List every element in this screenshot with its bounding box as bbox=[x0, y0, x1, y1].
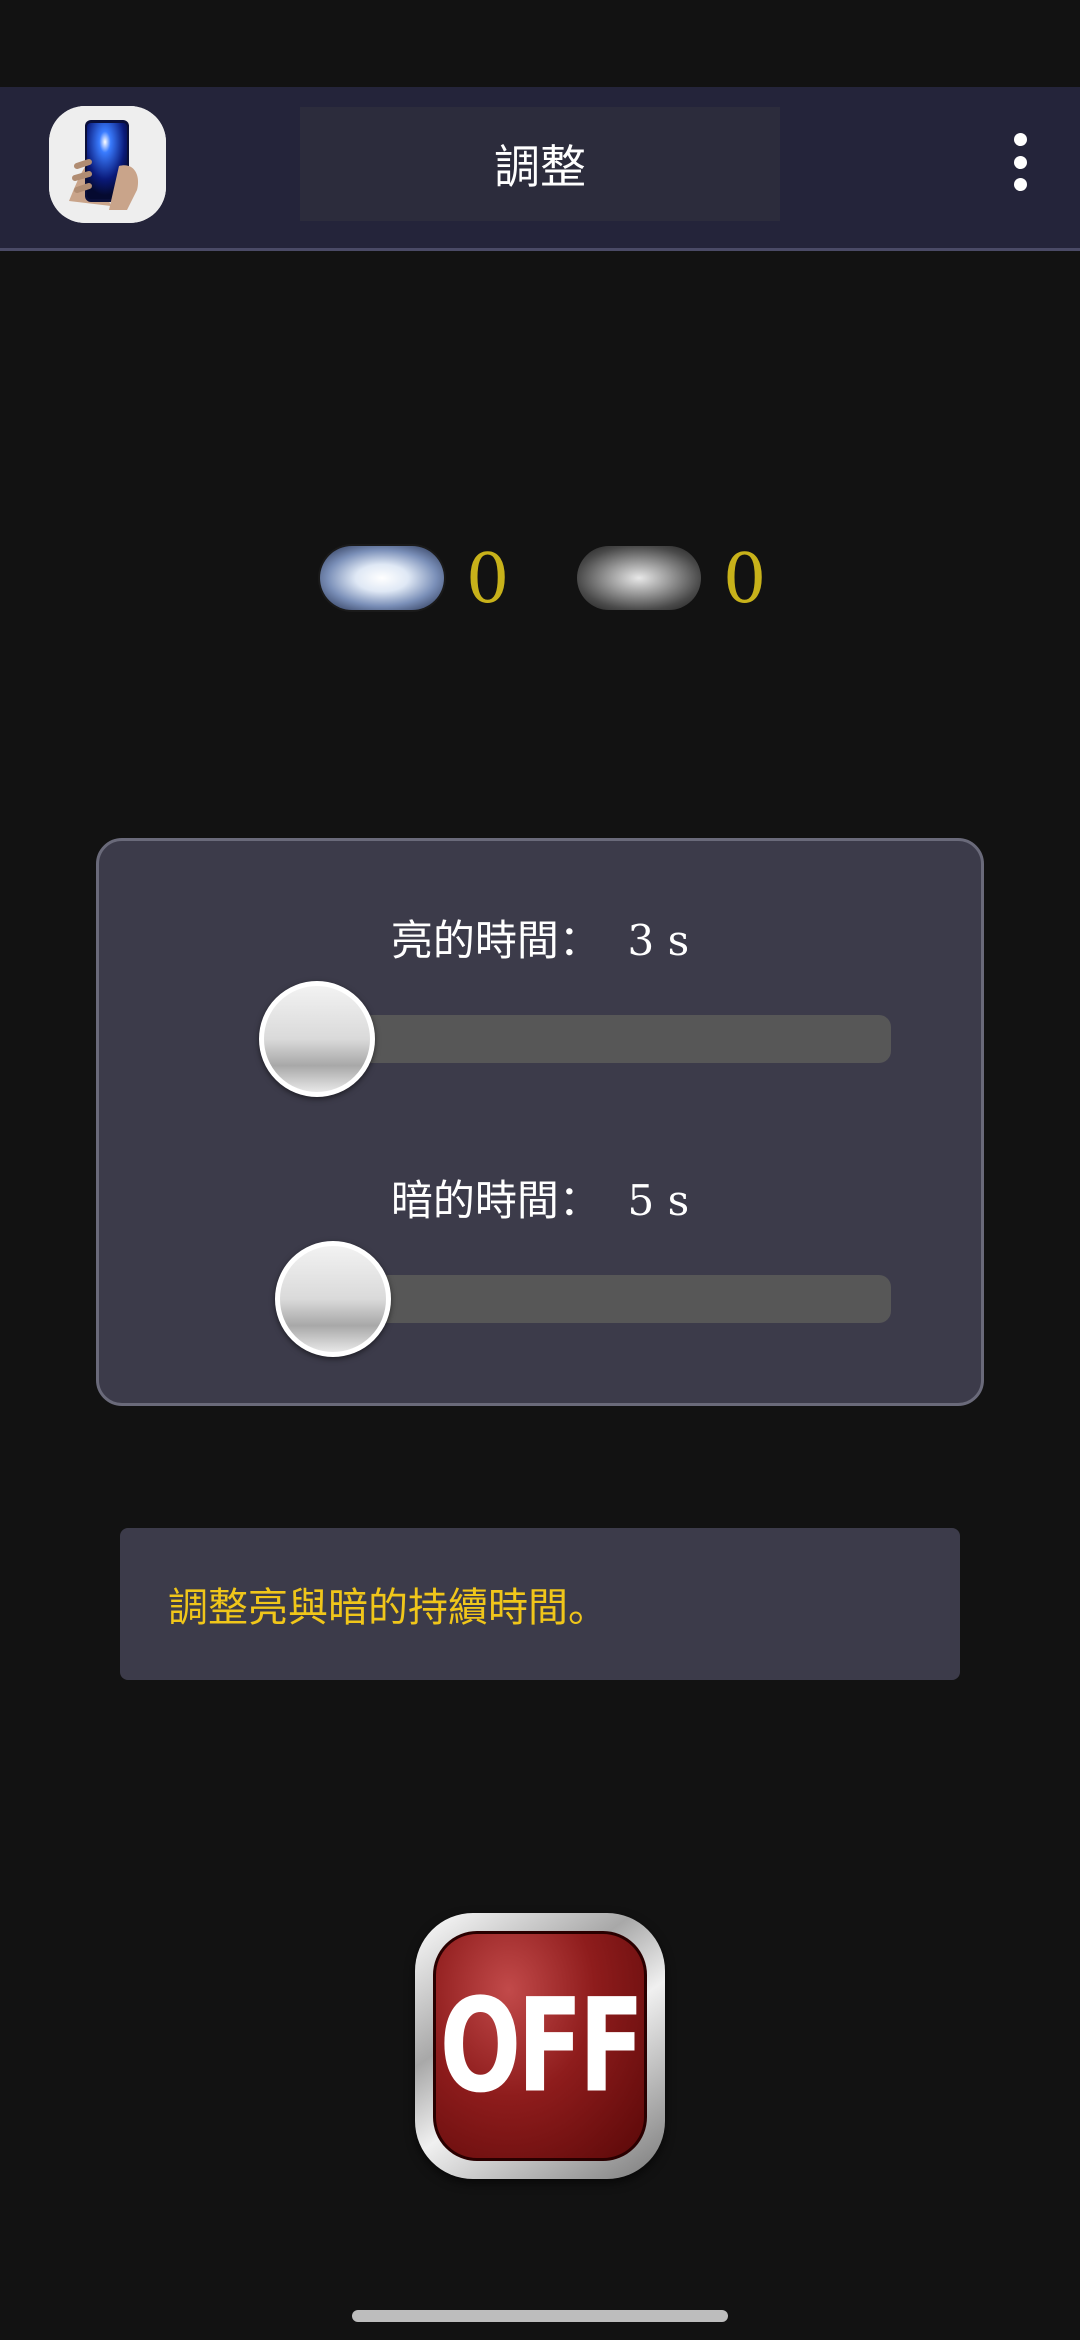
page-title: 調整 bbox=[300, 107, 780, 221]
bright-time-slider-thumb[interactable] bbox=[259, 981, 375, 1097]
menu-dot bbox=[1013, 155, 1027, 169]
light-count: 0 bbox=[466, 540, 510, 619]
home-indicator[interactable] bbox=[352, 2310, 728, 2322]
dark-time-slider-thumb[interactable] bbox=[275, 1241, 391, 1357]
dark-time-slider-track[interactable] bbox=[369, 1275, 891, 1323]
bright-time-slider-track[interactable] bbox=[351, 1015, 891, 1063]
bright-time-label: 亮的時間： 3 s bbox=[390, 916, 690, 965]
light-on-icon bbox=[320, 546, 444, 610]
power-off-button[interactable]: OFF bbox=[415, 1913, 665, 2179]
app-bar: 調整 bbox=[0, 87, 1080, 251]
more-vert-icon[interactable] bbox=[1000, 127, 1040, 197]
timing-panel: 亮的時間： 3 s 暗的時間： 5 s bbox=[96, 838, 984, 1406]
dark-time-label: 暗的時間： 5 s bbox=[390, 1176, 690, 1225]
phone-flashlight-icon[interactable] bbox=[49, 106, 166, 223]
hint-message: 調整亮與暗的持續時間。 bbox=[120, 1528, 960, 1680]
power-button-label: OFF bbox=[439, 1970, 645, 2122]
dark-count: 0 bbox=[723, 540, 767, 619]
status-bar bbox=[0, 0, 1080, 87]
menu-dot bbox=[1013, 178, 1027, 191]
light-off-icon bbox=[577, 546, 701, 610]
menu-dot bbox=[1013, 133, 1027, 146]
power-button-face: OFF bbox=[433, 1931, 647, 2161]
